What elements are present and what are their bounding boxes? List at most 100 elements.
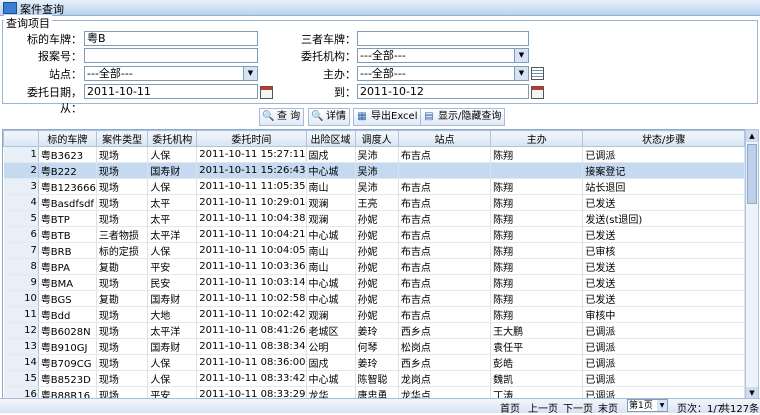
detail-button[interactable]: 🔍 详情 bbox=[308, 108, 350, 126]
scroll-up-icon[interactable]: ▲ bbox=[746, 130, 758, 142]
chevron-down-icon[interactable]: ▼ bbox=[657, 400, 667, 411]
handler-select[interactable]: ---全部--- ▼ bbox=[357, 66, 529, 81]
table-row[interactable]: 7 粤BRB 标的定损 人保 2011-10-11 10:04:05 南山 孙妮 布吉点 陈翔已… bbox=[3, 242, 745, 259]
row-number: 1 bbox=[3, 146, 39, 163]
table-row[interactable]: 8 粤BPA 复勘 平安 2011-10-11 10:03:36 南山 孙妮 布吉点 陈翔 已发送 bbox=[3, 258, 745, 275]
site-select[interactable]: ---全部--- ▼ bbox=[84, 66, 258, 81]
row-number: 12 bbox=[3, 322, 39, 339]
table-cell: 现场 bbox=[96, 178, 149, 195]
table-cell: 陈翔 bbox=[490, 242, 584, 259]
next-page-link[interactable]: 下一页 bbox=[563, 400, 593, 415]
date-from-input[interactable]: 2011-10-11 bbox=[84, 84, 258, 99]
table-row[interactable]: 12 粤B6028N 现场 太平洋 2011-10-11 08:41:26 老城区 姜玲 西乡… bbox=[3, 322, 745, 339]
table-row[interactable]: 4 粤Basdfsdf 现场 太平 2011-10-11 10:29:01 观澜 王亮 布吉点… bbox=[3, 194, 745, 211]
column-header[interactable]: 案件类型 bbox=[95, 130, 149, 147]
table-cell: 国寿财 bbox=[147, 290, 198, 307]
table-cell: 现场 bbox=[96, 162, 149, 179]
table-cell: 布吉点 bbox=[398, 194, 492, 211]
table-cell: 姜玲 bbox=[355, 354, 399, 371]
table-cell: 2011-10-11 10:02:42 bbox=[196, 306, 307, 323]
report-no-input[interactable] bbox=[84, 48, 258, 63]
table-cell: 布吉点 bbox=[398, 306, 492, 323]
column-header[interactable]: 状态/步骤 bbox=[582, 130, 745, 147]
query-legend: 查询项目 bbox=[4, 15, 52, 31]
results-table: 标的车牌 案件类型 委托机构 委托时间 出险区域 调度人 站点 主办 状态/步骤 1 粤B3623… bbox=[3, 130, 745, 399]
table-cell: 布吉点 bbox=[398, 178, 492, 195]
scroll-thumb[interactable] bbox=[747, 144, 757, 204]
row-number: 2 bbox=[3, 162, 39, 179]
table-row[interactable]: 6 粤BTB 三者物损 太平洋 2011-10-11 10:04:21 中心城 孙妮 布吉点陈… bbox=[3, 226, 745, 243]
column-header[interactable]: 主办 bbox=[490, 130, 584, 147]
table-cell: 2011-10-11 10:04:21 bbox=[196, 226, 307, 243]
calendar-icon[interactable] bbox=[260, 86, 273, 99]
column-header[interactable] bbox=[3, 130, 39, 147]
search-icon: 🔍 bbox=[262, 111, 275, 122]
table-row[interactable]: 14 粤B709CG 现场 人保 2011-10-11 08:36:00 固戍 姜玲 西乡点彭… bbox=[3, 354, 745, 371]
first-page-link[interactable]: 首页 bbox=[500, 400, 520, 415]
column-header[interactable]: 站点 bbox=[397, 130, 492, 147]
column-header[interactable]: 标的车牌 bbox=[37, 130, 97, 147]
page-select[interactable]: 第1页 ▼ bbox=[627, 399, 668, 412]
plate-input[interactable]: 粤B bbox=[84, 31, 258, 46]
table-cell: 已审核 bbox=[582, 242, 745, 259]
table-cell: 南山 bbox=[306, 242, 356, 259]
table-cell: 观澜 bbox=[306, 306, 356, 323]
table-cell: 粤BGS bbox=[38, 290, 97, 307]
handler-label: 主办： bbox=[323, 68, 356, 81]
prev-page-link[interactable]: 上一页 bbox=[528, 400, 558, 415]
table-cell: 孙妮 bbox=[355, 306, 399, 323]
table-cell: 粤B123666 bbox=[38, 178, 97, 195]
table-row[interactable]: 5 粤BTP 现场 太平 2011-10-11 10:04:38 观澜 孙妮 布吉点 陈翔 发送(… bbox=[3, 210, 745, 227]
table-cell: 粤B709CG bbox=[38, 354, 97, 371]
table-cell: 现场 bbox=[96, 274, 149, 291]
handler-picker-icon[interactable] bbox=[531, 67, 544, 80]
column-header[interactable]: 委托机构 bbox=[147, 130, 198, 147]
agency-label: 委托机构： bbox=[301, 50, 356, 63]
page-info: 页次：1/7 bbox=[677, 404, 724, 415]
table-cell: 中心城 bbox=[306, 290, 356, 307]
column-header[interactable]: 委托时间 bbox=[196, 130, 307, 147]
table-cell: 中心城 bbox=[306, 370, 356, 387]
table-row[interactable]: 15 粤B8523D 现场 人保 2011-10-11 08:33:42 中心城 陈智聪 龙岗… bbox=[3, 370, 745, 387]
table-row[interactable]: 9 粤BMA 现场 民安 2011-10-11 10:03:14 中心城 孙妮 布吉点 陈翔 已发… bbox=[3, 274, 745, 291]
table-row[interactable]: 11 粤Bdd 现场 大地 2011-10-11 10:02:42 观澜 孙妮 布吉点 陈翔 审核… bbox=[3, 306, 745, 323]
table-cell: 2011-10-11 10:03:14 bbox=[196, 274, 307, 291]
row-number: 9 bbox=[3, 274, 39, 291]
chevron-down-icon[interactable]: ▼ bbox=[514, 49, 528, 62]
column-header[interactable]: 出险区域 bbox=[305, 130, 356, 147]
toggle-query-button[interactable]: ▤ 显示/隐藏查询 bbox=[420, 108, 506, 126]
table-row[interactable]: 3 粤B123666 现场 人保 2011-10-11 11:05:35 南山 吴沛 布吉点陈… bbox=[3, 178, 745, 195]
table-row[interactable]: 2 粤B222 现场 国寿财 2011-10-11 15:26:43 中心城 吴沛 接案登记 bbox=[3, 162, 745, 179]
third-plate-label: 三者车牌： bbox=[301, 33, 356, 46]
chevron-down-icon[interactable]: ▼ bbox=[243, 67, 257, 80]
calendar-icon[interactable] bbox=[531, 86, 544, 99]
table-row[interactable]: 1 粤B3623 现场 人保 2011-10-11 15:27:11 固戍 吴沛 布吉点 陈翔已… bbox=[3, 146, 745, 163]
table-cell: 已发送 bbox=[582, 274, 745, 291]
export-excel-button[interactable]: ▦ 导出Excel bbox=[353, 108, 422, 126]
table-cell: 王亮 bbox=[355, 194, 399, 211]
table-cell: 粤BRB bbox=[38, 242, 97, 259]
column-header[interactable]: 调度人 bbox=[354, 130, 399, 147]
table-cell: 龙岗点 bbox=[398, 370, 492, 387]
last-page-link[interactable]: 末页 bbox=[598, 400, 618, 415]
date-to-input[interactable]: 2011-10-12 bbox=[357, 84, 529, 99]
report-no-label: 报案号： bbox=[38, 50, 82, 63]
third-plate-input[interactable] bbox=[357, 31, 529, 46]
query-button[interactable]: 🔍 查 询 bbox=[259, 108, 305, 126]
agency-select[interactable]: ---全部--- ▼ bbox=[357, 48, 529, 63]
table-cell: 2011-10-11 15:26:43 bbox=[196, 162, 307, 179]
row-number: 8 bbox=[3, 258, 39, 275]
window-icon bbox=[3, 2, 17, 14]
table-cell: 标的定损 bbox=[96, 242, 149, 259]
table-cell: 现场 bbox=[96, 338, 149, 355]
table-cell: 彭皓 bbox=[490, 354, 584, 371]
table-cell: 吴沛 bbox=[355, 146, 399, 163]
table-cell: 固戍 bbox=[306, 354, 356, 371]
table-row[interactable]: 13 粤B910GJ 现场 国寿财 2011-10-11 08:38:34 公明 何琴 松岗点… bbox=[3, 338, 745, 355]
table-cell: 人保 bbox=[147, 354, 198, 371]
table-cell: 三者物损 bbox=[96, 226, 149, 243]
chevron-down-icon[interactable]: ▼ bbox=[514, 67, 528, 80]
table-cell: 人保 bbox=[147, 370, 198, 387]
vertical-scrollbar[interactable]: ▲ ▼ bbox=[745, 129, 759, 400]
table-row[interactable]: 10 粤BGS 复勘 国寿财 2011-10-11 10:02:58 中心城 孙妮 布吉点 陈翔… bbox=[3, 290, 745, 307]
